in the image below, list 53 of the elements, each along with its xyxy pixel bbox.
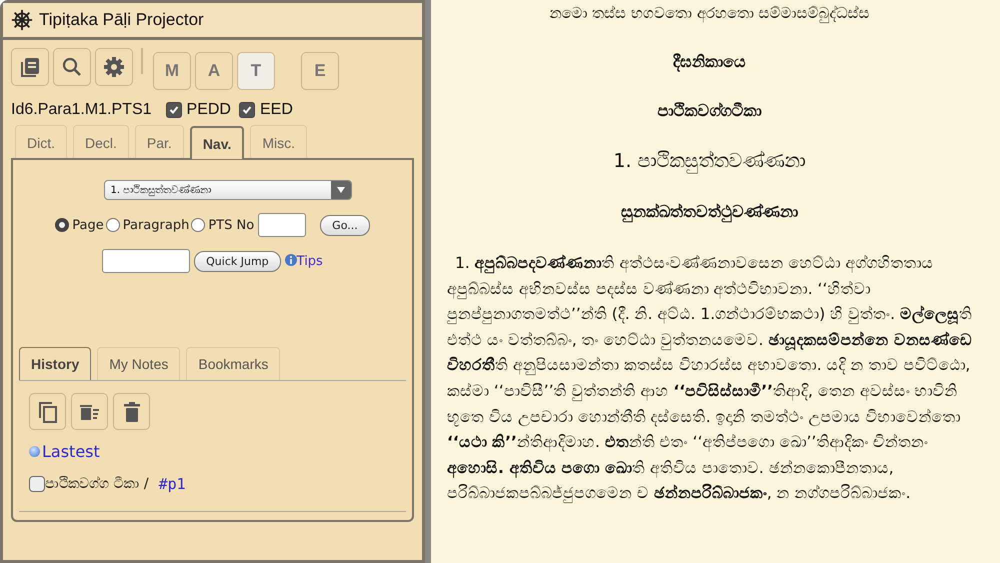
paragraph-link[interactable]: #p1 [158,475,186,493]
radio-label: Page [72,218,104,232]
checkbox-label: PEDD [186,101,231,119]
settings-icon [102,55,126,79]
heading: පාථිකවග්ගටීකා [658,101,762,120]
clear-list-button[interactable] [71,393,108,430]
dharma-wheel-icon [11,9,33,31]
latest-link[interactable]: Lastest [29,442,396,461]
chapter-dropdown[interactable]: 1. පාථිකසුත්තවණ්ණනා [104,180,352,200]
library-button[interactable] [11,48,49,86]
radio-button[interactable] [106,218,120,232]
check-icon [242,105,252,115]
heading: 1. පාථිකසුත්තවණ්ණනා [613,150,806,172]
checkbox[interactable] [166,102,182,118]
tab[interactable]: Decl. [73,125,129,158]
heading: නමො තස්ස භගවතො අරහතො සම්මාසම්බුද්ධස්ස [549,4,870,22]
go-button[interactable]: Go... [320,214,370,236]
tab[interactable]: Bookmarks [186,347,280,380]
tab[interactable]: My Notes [97,347,180,380]
commentary-toggle[interactable]: A [195,52,233,90]
info-icon [284,254,297,266]
heading: සුනක්ඛත්තවත්ථුවණ්ණනා [621,202,798,221]
books-icon [18,55,42,79]
history-entry: පාථිකවග්ග ටීකා / [45,476,149,492]
reference-label: Id6.Para1.M1.PTS1 [11,101,152,119]
app-title: Tipiṭaka Pāḷi Projector [39,10,204,30]
pts-number-field[interactable] [258,213,306,237]
tab[interactable]: Misc. [250,125,308,158]
radio-label: Paragraph [122,218,190,232]
paragraph: 1. අපුබ්බපදවණ්ණනාති අත්ථසංවණ්ණනාවසෙන හෙට්ඨා අග්ගහිතතාය අපුබ්බස්ස අභිනවස්ස පදස්ස වණ්ණනා අත්ථවිභාවනා. ‘‘හිත්වා පුනප්පුනාගතමත්ථ’’න්ති (දී. නි. අට්ඨ. 1.ගන්ථාරම්භකථා) හි වුත්තං. මල්ලෙසූති එත්ථ යං වත්තබ්බං, තං හෙට්ඨා වුත්තනයමෙව. ඡායූදකසම්පන්නෙ වනසණ්ඩෙ විහරතීති අනුපියසාමන්තා කතස්ස විහාරස්ස අභාවතො. යදි න තාව පවිට්ඨො, කස්මා ‘‘පාවිසී’’ති වුත්තන්ති ආහ ‘‘පවිසිස්සාමී’’තිආදි, තෙන අවස්සං භාවිනි භූතෙ විය උපචාරා හොන්තීති දස්සෙති. ඉදානි තමත්ථං උපමාය විභාවෙන්තො ‘‘යථා කි’’න්තිආදිමාහ. එතන්ති එතං ‘‘අතිප්පගො ඛො’’තිආදිකං චින්තනං අහොසි. අතිවිය පගො ඛොති අතිවිය පාතොව. ඡන්නකොපීනතාය, පරිබ්බාජකපබ්බජ්ජුපගමෙන ච ඡන්නපරිබ්බාජකං, න නග්ගපරිබ්බාජකං. [447,253,972,505]
tab[interactable]: Par. [134,125,184,158]
tab[interactable]: History [19,347,92,380]
delete-button[interactable] [113,393,150,430]
tab[interactable]: Dict. [15,125,67,158]
checkbox[interactable] [29,476,45,492]
tab[interactable]: Nav. [190,126,244,159]
radio-button[interactable] [55,218,70,232]
quick-jump-button[interactable]: Quick Jump [194,250,281,272]
tips-link[interactable]: Tips [284,254,323,268]
search-button[interactable] [53,48,91,86]
heading: දීඝනිකායෙ [673,52,746,71]
settings-button[interactable] [95,48,133,86]
quick-jump-field[interactable] [102,249,190,273]
radio-label: PTS No [208,218,254,232]
check-icon [168,105,179,115]
checkbox[interactable] [238,102,255,118]
copy-button[interactable] [29,393,66,430]
commentary-toggle[interactable]: E [301,52,339,90]
checkbox-label: EED [260,101,293,119]
radio-button[interactable] [191,218,206,232]
commentary-toggle[interactable]: T [237,52,275,90]
commentary-toggle[interactable]: M [153,52,191,90]
caret-icon [336,187,344,193]
